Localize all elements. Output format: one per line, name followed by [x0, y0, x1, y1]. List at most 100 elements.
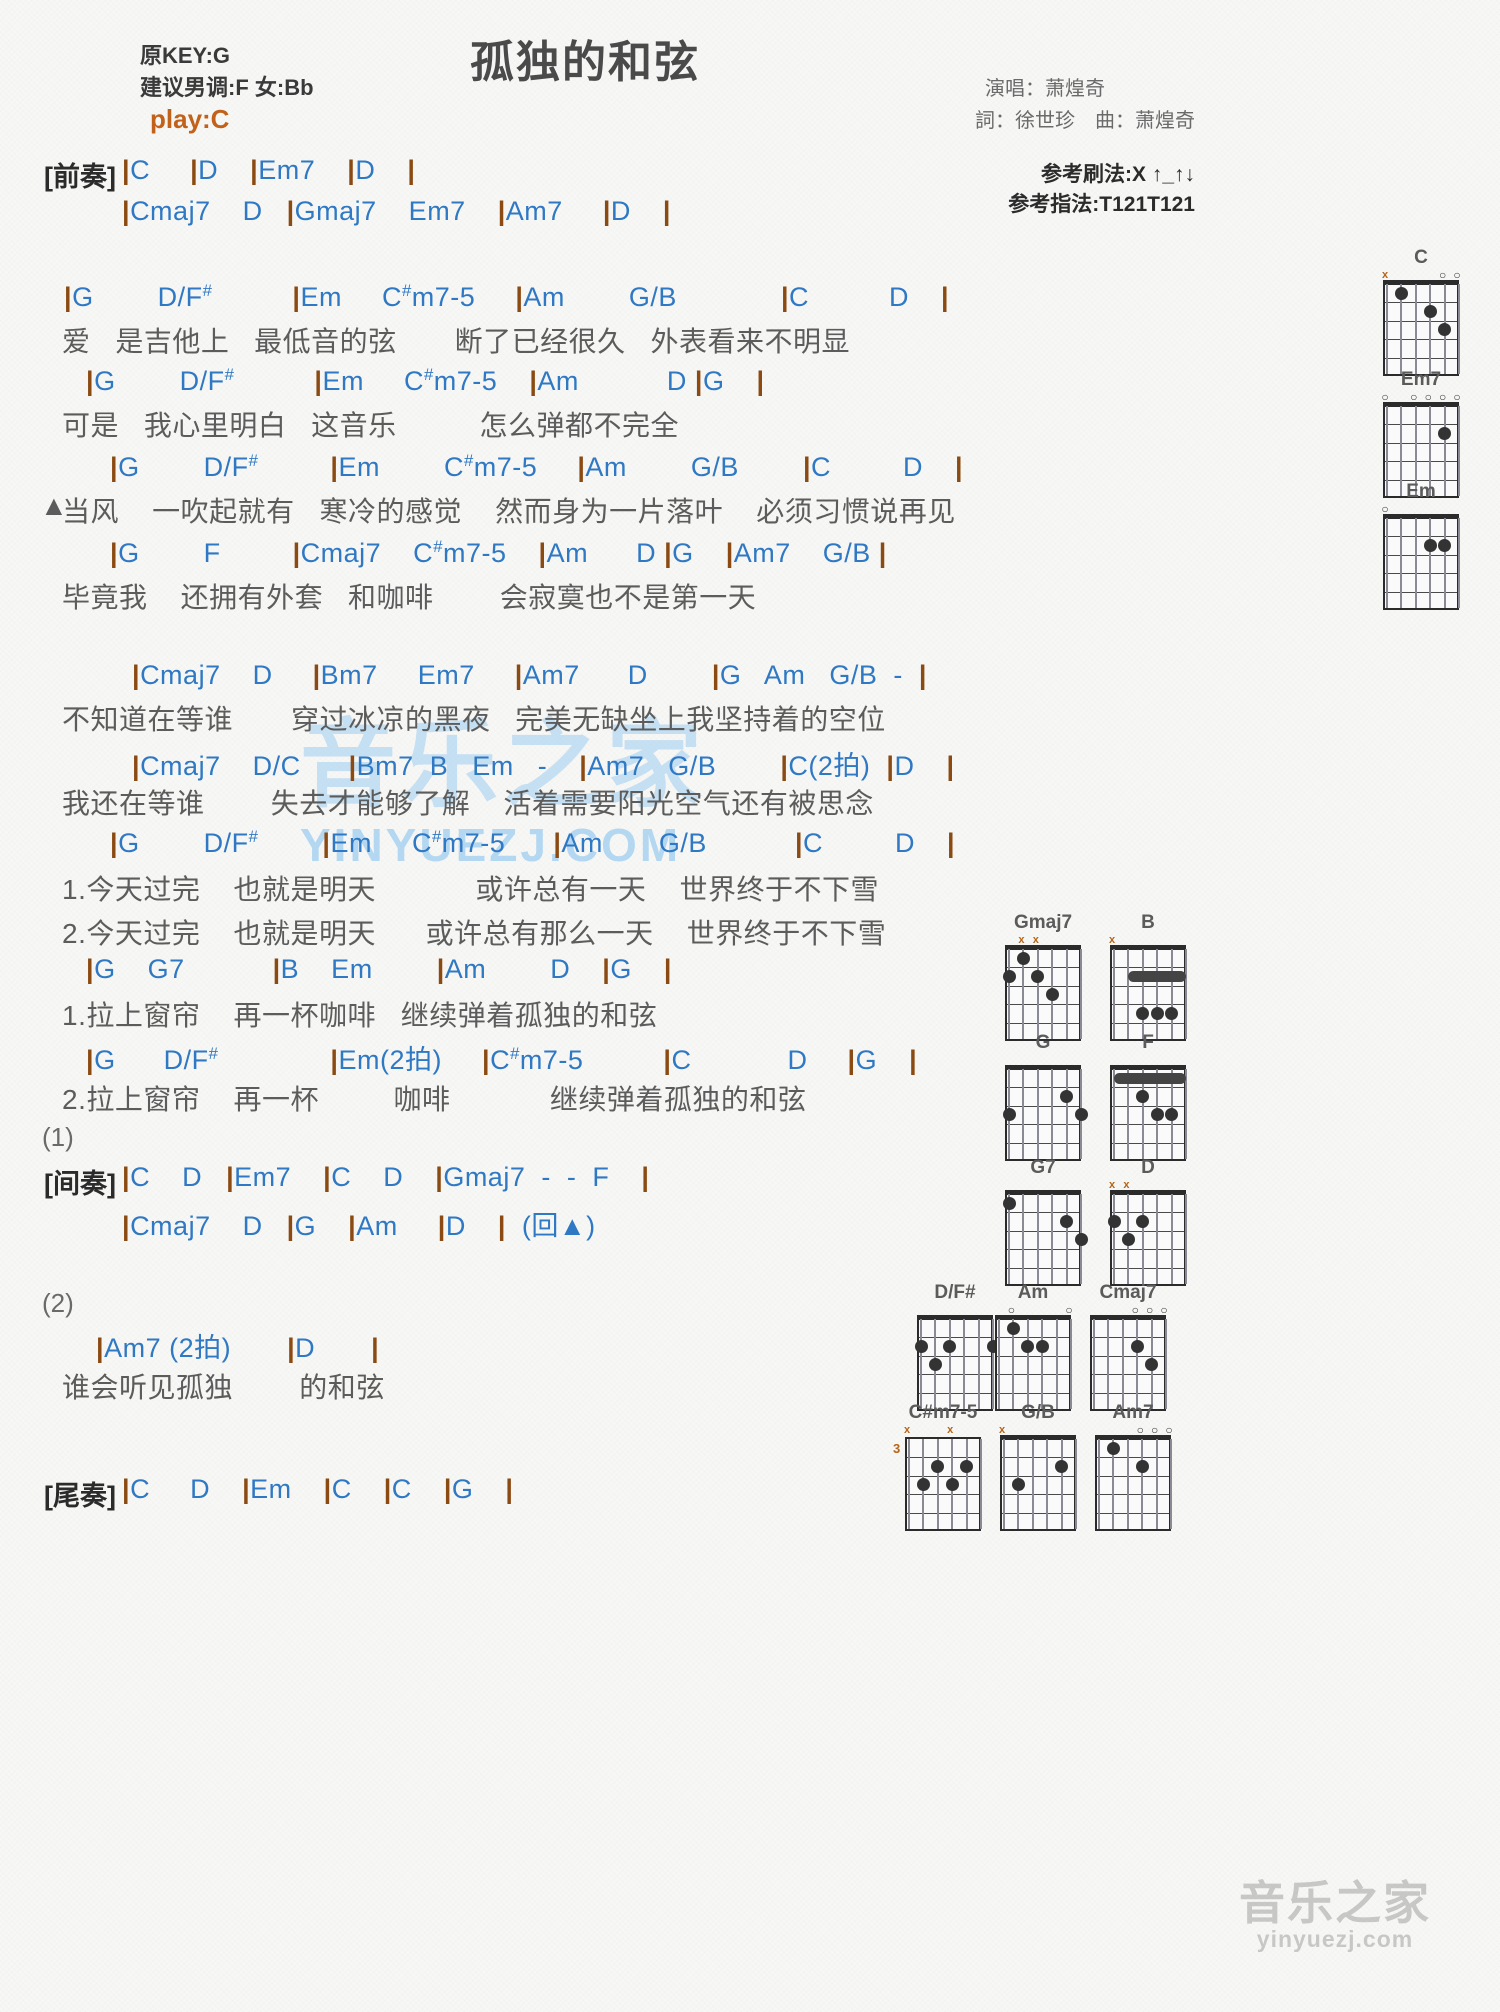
fret-wire	[1002, 1457, 1074, 1459]
chord-diagram-c: Cx ○ ○	[1378, 248, 1464, 376]
guitar-string	[1003, 1438, 1005, 1529]
lyric-line-ch-3b: 2.今天过完 也就是明天 或许总有那么一天 世界终于不下雪	[62, 918, 887, 949]
fret-wire	[1007, 985, 1079, 987]
guitar-string	[920, 1318, 922, 1409]
fret-wire	[1385, 320, 1457, 322]
finger-dot	[1016, 951, 1030, 965]
guitar-string	[998, 1318, 1000, 1409]
finger-dot	[1150, 1108, 1164, 1122]
chord-diagram-am: Am ○ ○	[990, 1283, 1076, 1411]
finger-dot	[1060, 1090, 1074, 1104]
chord-fretboard-grid	[1002, 1064, 1088, 1161]
guitar-string	[1026, 1318, 1029, 1409]
chord-diagram-am7: Am7 ○ ○ ○	[1090, 1403, 1176, 1531]
chord-line-ch-5: |G D/F# |Em(2拍) |C#m7-5 |C D |G |	[86, 1044, 918, 1075]
guitar-string	[948, 1318, 951, 1409]
lyric-line-v1-1: 爱 是吉他上 最低音的弦 断了已经很久 外表看来不明显	[62, 326, 850, 357]
fret-wire	[997, 1374, 1069, 1376]
chord-diagram-g7: G7	[1000, 1157, 1088, 1286]
guitar-string	[1126, 1438, 1129, 1529]
chord-diagram-df: D/F#	[912, 1283, 1000, 1411]
chord-diagram-cm75: C#m7-5 x x 3	[893, 1403, 986, 1531]
chord-diagram-name: Am	[1017, 1282, 1049, 1303]
fret-wire	[1112, 1249, 1184, 1251]
guitar-string	[1429, 283, 1432, 374]
barre-bar	[1128, 971, 1186, 983]
guitar-string	[1136, 1318, 1139, 1409]
guitar-string	[1055, 1318, 1058, 1409]
chord-diagram-name: G7	[1030, 1157, 1056, 1178]
repeat-mark-2: (2)	[42, 1288, 74, 1318]
finger-dot	[1031, 970, 1045, 984]
watermark-bottom: 音乐之家 yinyuezj.com	[1185, 1880, 1485, 1953]
finger-dot	[1121, 1233, 1135, 1247]
chord-diagram-gb: G/B x	[995, 1403, 1081, 1531]
guitar-string	[908, 1438, 910, 1529]
finger-dot	[914, 1340, 928, 1354]
lyric-line-end-1: 谁会听见孤独 的和弦	[62, 1372, 385, 1403]
fret-wire	[997, 1392, 1069, 1394]
fret-wire	[1112, 1105, 1184, 1107]
fretboard-nut	[1005, 1064, 1081, 1070]
chord-fretboard-grid	[1000, 1434, 1077, 1531]
guitar-string	[1127, 948, 1130, 1039]
fret-wire	[1385, 302, 1457, 304]
guitar-string	[1031, 1438, 1034, 1529]
fret-wire	[1002, 1475, 1074, 1477]
chord-diagram-name: C	[1414, 247, 1428, 268]
fretboard-nut	[1110, 944, 1186, 950]
chord-line-ch-4: |G G7 |B Em |Am D |G |	[86, 954, 672, 984]
guitar-string	[1036, 1193, 1039, 1284]
guitar-string	[1075, 1438, 1077, 1529]
chord-diagram-name: Cmaj7	[1099, 1282, 1157, 1303]
guitar-string	[1414, 517, 1417, 608]
guitar-string	[1156, 1193, 1159, 1284]
chord-line-intro-2: |Cmaj7 D |Gmaj7 Em7 |Am7 |D |	[122, 196, 671, 226]
guitar-string	[1170, 1438, 1172, 1529]
chord-diagram-cmaj7: Cmaj7 ○ ○ ○	[1085, 1283, 1171, 1411]
fret-wire	[1007, 1212, 1079, 1214]
finger-dot	[1165, 1006, 1179, 1020]
chord-fretboard-grid	[1002, 944, 1082, 1041]
fret-wire	[1097, 1475, 1169, 1477]
guitar-string	[1185, 1193, 1187, 1284]
guitar-string	[1113, 1193, 1115, 1284]
finger-dot	[1011, 1478, 1025, 1492]
chord-fretboard-grid	[1383, 279, 1460, 376]
watermark-bottom-text: 音乐之家	[1239, 1877, 1431, 1929]
fret-wire	[1112, 1230, 1184, 1232]
fret-wire	[1007, 1142, 1079, 1144]
fret-wire	[1112, 1087, 1184, 1089]
finger-dot	[1045, 988, 1059, 1002]
guitar-string	[1458, 517, 1460, 608]
chord-line-interlude-2: |Cmaj7 D |G |Am |D | (回▲)	[122, 1211, 596, 1241]
guitar-string	[1036, 1068, 1039, 1159]
chord-diagram-name: Gmaj7	[1013, 912, 1073, 933]
finger-dot	[1135, 1460, 1149, 1474]
repeat-mark-1: (1)	[42, 1122, 74, 1152]
finger-dot	[1145, 1358, 1159, 1372]
watermark-bottom-url: yinyuezj.com	[1256, 1926, 1414, 1952]
fret-wire	[1092, 1374, 1164, 1376]
guitar-string	[1046, 1438, 1049, 1529]
fret-wire	[1007, 1249, 1079, 1251]
chord-fretboard-grid: 3	[893, 1436, 982, 1531]
finger-dot	[1107, 1215, 1121, 1229]
finger-dot	[1106, 1441, 1120, 1455]
chord-diagram-g: G	[1000, 1033, 1088, 1161]
fretboard-nut	[1383, 401, 1459, 407]
guitar-string	[1093, 1318, 1095, 1409]
section-label-outro: [尾奏]	[44, 1481, 116, 1511]
fretboard-nut	[1090, 1314, 1166, 1320]
guitar-string	[1165, 1318, 1167, 1409]
fret-wire	[1002, 1512, 1074, 1514]
finger-dot	[1035, 1340, 1049, 1354]
chord-line-ch-3: |G D/F# |Em C#m7-5 |Am G/B |C D |	[110, 827, 956, 858]
finger-dot	[916, 1478, 930, 1492]
fret-wire	[907, 1457, 979, 1459]
chord-fretboard-grid	[1110, 944, 1187, 1041]
chord-diagram-name: D	[1141, 1157, 1155, 1178]
fret-wire	[1112, 985, 1184, 987]
finger-dot	[931, 1460, 945, 1474]
fret-wire	[1385, 339, 1457, 341]
